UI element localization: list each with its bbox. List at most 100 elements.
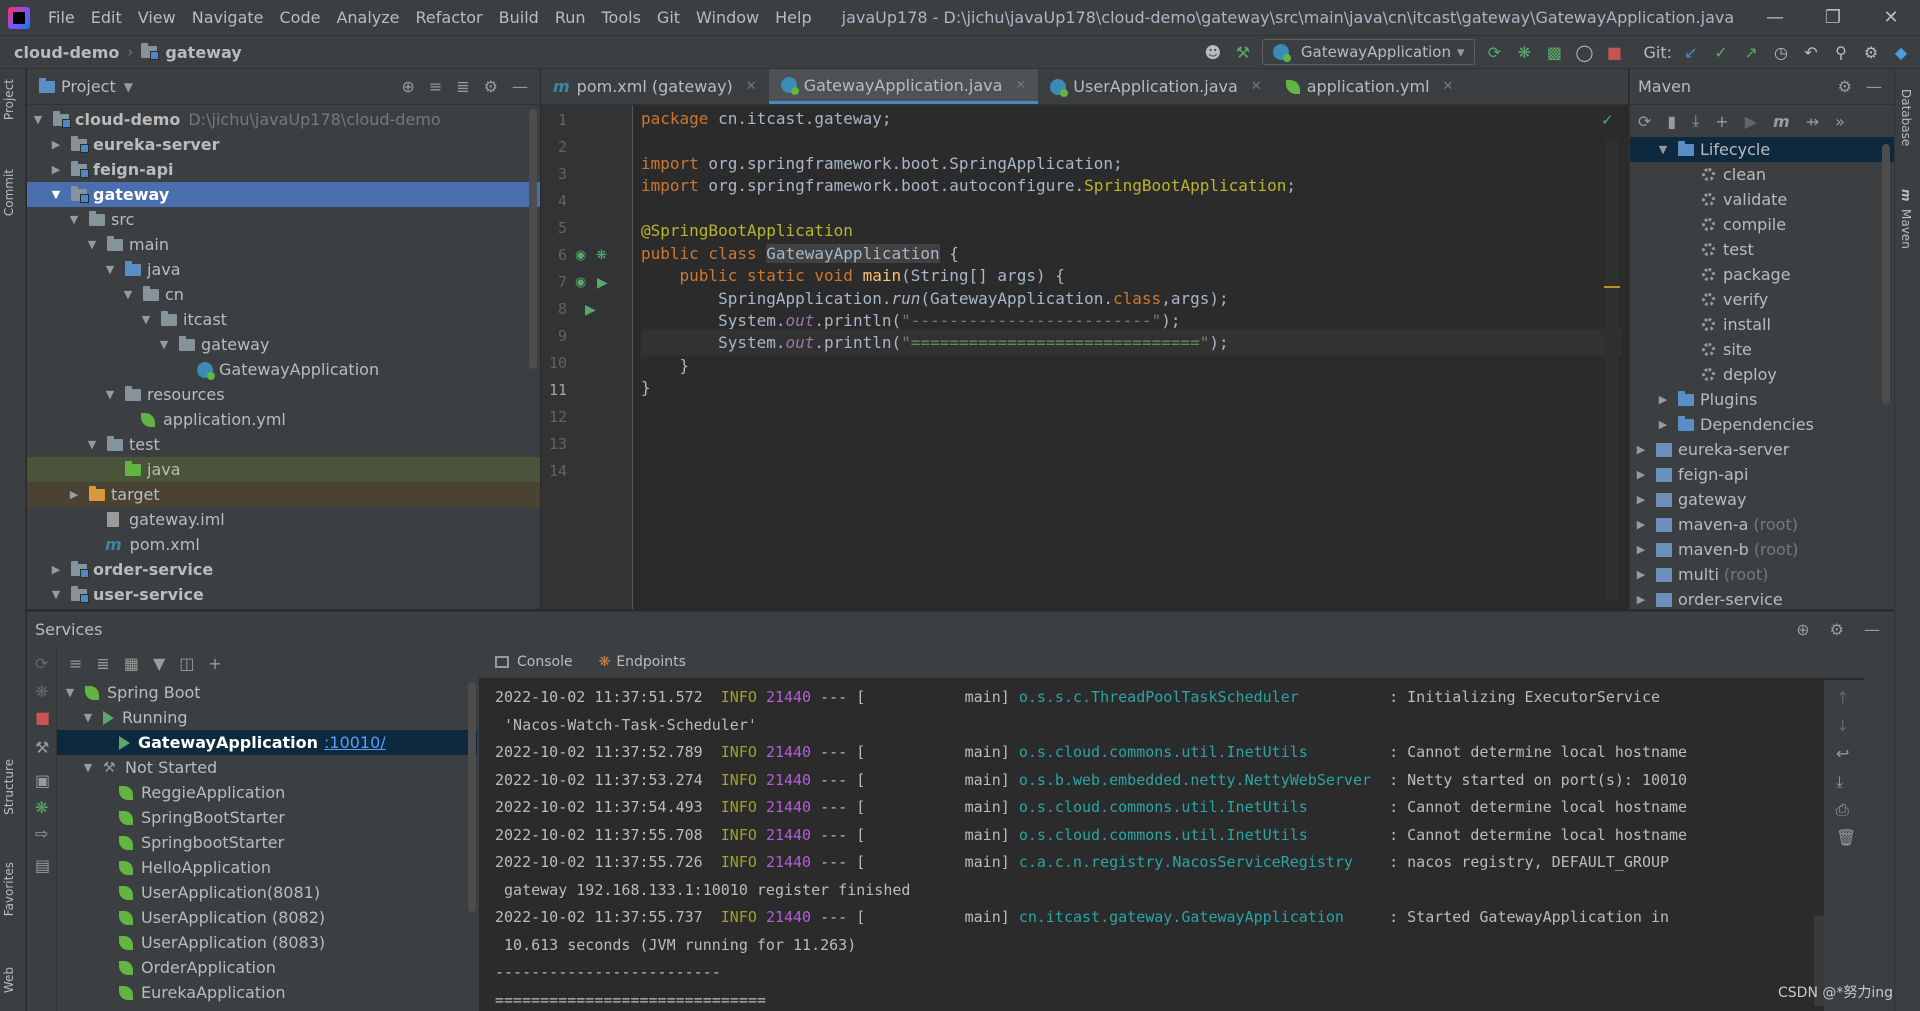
tree-item-user-service[interactable]: ▼ user-service xyxy=(27,582,540,607)
warning-marker[interactable] xyxy=(1604,286,1620,288)
tree-item-src[interactable]: ▼ src xyxy=(27,207,540,232)
tool-tab-favorites[interactable]: Favorites xyxy=(2,862,16,916)
git-commit-icon[interactable]: ✓ xyxy=(1710,41,1732,63)
chevron-right-icon[interactable]: ▶ xyxy=(67,488,81,501)
stop-icon[interactable]: ■ xyxy=(1603,41,1625,63)
debug-bug-icon[interactable]: ❋ xyxy=(35,798,48,817)
expand-all-icon[interactable]: ≡ xyxy=(69,654,82,673)
service-group-not-started[interactable]: ▼ ⚒ Not Started xyxy=(57,755,477,780)
chevron-down-icon[interactable]: ▼ xyxy=(1656,143,1670,156)
reload-icon[interactable]: ⟳ xyxy=(1638,112,1651,131)
maven-plugins[interactable]: ▶ Plugins xyxy=(1630,387,1894,412)
editor-scrollbar[interactable] xyxy=(1606,139,1618,599)
maven-module-multi[interactable]: ▶ multi (root) xyxy=(1630,562,1894,587)
history-icon[interactable]: ◷ xyxy=(1770,41,1792,63)
maven-goal-clean[interactable]: clean xyxy=(1630,162,1894,187)
breadcrumb-project[interactable]: cloud-demo xyxy=(0,43,119,62)
menu-window[interactable]: Window xyxy=(688,0,767,35)
menu-run[interactable]: Run xyxy=(547,0,594,35)
tree-item-eureka-server[interactable]: ▶ eureka-server xyxy=(27,132,540,157)
menu-analyze[interactable]: Analyze xyxy=(328,0,407,35)
chevron-down-icon[interactable]: ▼ xyxy=(49,588,63,601)
soft-wrap-icon[interactable]: ↩ xyxy=(1836,744,1849,763)
tool-tab-structure[interactable]: Structure xyxy=(2,759,16,815)
tree-item-target[interactable]: ▶ target xyxy=(27,482,540,507)
tab-endpoints[interactable]: ❋ Endpoints xyxy=(599,654,686,670)
maven-goal-install[interactable]: install xyxy=(1630,312,1894,337)
close-tab-icon[interactable]: ✕ xyxy=(746,79,757,94)
chevron-right-icon[interactable]: ▶ xyxy=(1656,418,1670,431)
chevron-down-icon[interactable]: ▼ xyxy=(139,313,153,326)
tree-item-gateway-application[interactable]: GatewayApplication xyxy=(27,357,540,382)
maven-module-order-service[interactable]: ▶ order-service xyxy=(1630,587,1894,612)
chevron-down-icon[interactable]: ▼ xyxy=(103,388,117,401)
maven-scrollbar[interactable] xyxy=(1882,144,1890,404)
maven-module-gateway[interactable]: ▶ gateway xyxy=(1630,487,1894,512)
maven-goal-site[interactable]: site xyxy=(1630,337,1894,362)
service-item[interactable]: OrderApplication xyxy=(57,955,477,980)
chevron-right-icon[interactable]: ▶ xyxy=(1634,518,1648,531)
tab-user-application[interactable]: UserApplication.java ✕ xyxy=(1038,69,1273,104)
add-icon[interactable]: + xyxy=(1715,112,1728,131)
settings-gear-icon[interactable]: ⚙ xyxy=(1838,77,1852,96)
service-port-link[interactable]: :10010/ xyxy=(324,733,386,752)
coverage-icon[interactable]: ▩ xyxy=(1543,41,1565,63)
collapse-all-icon[interactable]: ≣ xyxy=(96,654,109,673)
user-icon[interactable]: ☻ xyxy=(1202,41,1224,63)
menu-refactor[interactable]: Refactor xyxy=(408,0,491,35)
menu-tools[interactable]: Tools xyxy=(594,0,649,35)
chevron-down-icon[interactable]: ▼ xyxy=(49,188,63,201)
tab-gateway-application[interactable]: GatewayApplication.java ✕ xyxy=(768,69,1039,104)
tree-item-test[interactable]: ▼ test xyxy=(27,432,540,457)
menu-git[interactable]: Git xyxy=(649,0,688,35)
chevron-down-icon[interactable]: ▼ xyxy=(31,113,45,126)
spring-bean-icon[interactable]: ◉ xyxy=(575,248,586,263)
service-item[interactable]: SpringBootStarter xyxy=(57,805,477,830)
service-item[interactable]: UserApplication (8082) xyxy=(57,905,477,930)
chevron-right-icon[interactable]: ▶ xyxy=(1634,593,1648,606)
maven-module-maven-b[interactable]: ▶ maven-b (root) xyxy=(1630,537,1894,562)
breadcrumb-module[interactable]: gateway xyxy=(163,43,241,62)
execute-goal-icon[interactable]: m xyxy=(1773,112,1790,131)
stop-icon[interactable]: ■ xyxy=(35,708,50,727)
maven-goal-verify[interactable]: verify xyxy=(1630,287,1894,312)
collapse-all-icon[interactable]: ≣ xyxy=(456,77,469,96)
settings-gear-icon[interactable]: ⚙ xyxy=(484,77,498,96)
debug-icon[interactable]: ❋ xyxy=(35,682,48,701)
service-item[interactable]: SpringbootStarter xyxy=(57,830,477,855)
skip-tests-icon[interactable]: ⇸ xyxy=(1806,112,1819,131)
new-tab-icon[interactable]: ◫ xyxy=(179,654,194,673)
git-push-icon[interactable]: ↗ xyxy=(1740,41,1762,63)
profile-icon[interactable]: ◯ xyxy=(1573,41,1595,63)
menu-navigate[interactable]: Navigate xyxy=(184,0,272,35)
chevron-right-icon[interactable]: ▶ xyxy=(49,563,63,576)
run-gutter-icon[interactable]: ▶ xyxy=(585,302,596,318)
chevron-right-icon[interactable]: ▶ xyxy=(1634,493,1648,506)
tree-item-resources[interactable]: ▼ resources xyxy=(27,382,540,407)
close-tab-icon[interactable]: ✕ xyxy=(1251,79,1262,94)
tree-item-application-yml[interactable]: application.yml xyxy=(27,407,540,432)
tree-item-gateway-package[interactable]: ▼ gateway xyxy=(27,332,540,357)
settings-gear-icon[interactable]: ⚙ xyxy=(1830,620,1844,639)
menu-build[interactable]: Build xyxy=(491,0,547,35)
maven-goal-validate[interactable]: validate xyxy=(1630,187,1894,212)
maven-goal-deploy[interactable]: deploy xyxy=(1630,362,1894,387)
chevron-down-icon[interactable]: ▼ xyxy=(157,338,171,351)
clear-trash-icon[interactable]: 🗑 xyxy=(1836,828,1856,847)
tab-application-yml[interactable]: application.yml ✕ xyxy=(1274,69,1466,104)
menu-edit[interactable]: Edit xyxy=(83,0,130,35)
hide-panel-icon[interactable]: — xyxy=(1866,77,1882,96)
tool-tab-commit[interactable]: Commit xyxy=(2,169,16,216)
service-item[interactable]: ReggieApplication xyxy=(57,780,477,805)
rerun-icon[interactable]: ⟳ xyxy=(35,654,48,673)
minimize-icon[interactable]: — xyxy=(1746,7,1804,28)
tool-tab-maven[interactable]: Maven xyxy=(1899,209,1913,249)
build-hammer-icon[interactable]: ⚒ xyxy=(1232,41,1254,63)
camera-icon[interactable]: ▣ xyxy=(35,771,50,790)
locate-icon[interactable]: ⊕ xyxy=(1796,620,1809,639)
run-configuration-select[interactable]: GatewayApplication ▾ xyxy=(1261,39,1476,65)
hide-panel-icon[interactable]: — xyxy=(512,77,528,96)
tool-tab-project[interactable]: Project xyxy=(2,79,16,120)
group-by-icon[interactable]: ▦ xyxy=(124,654,139,673)
spring-config-icon[interactable]: ❋ xyxy=(596,248,607,263)
